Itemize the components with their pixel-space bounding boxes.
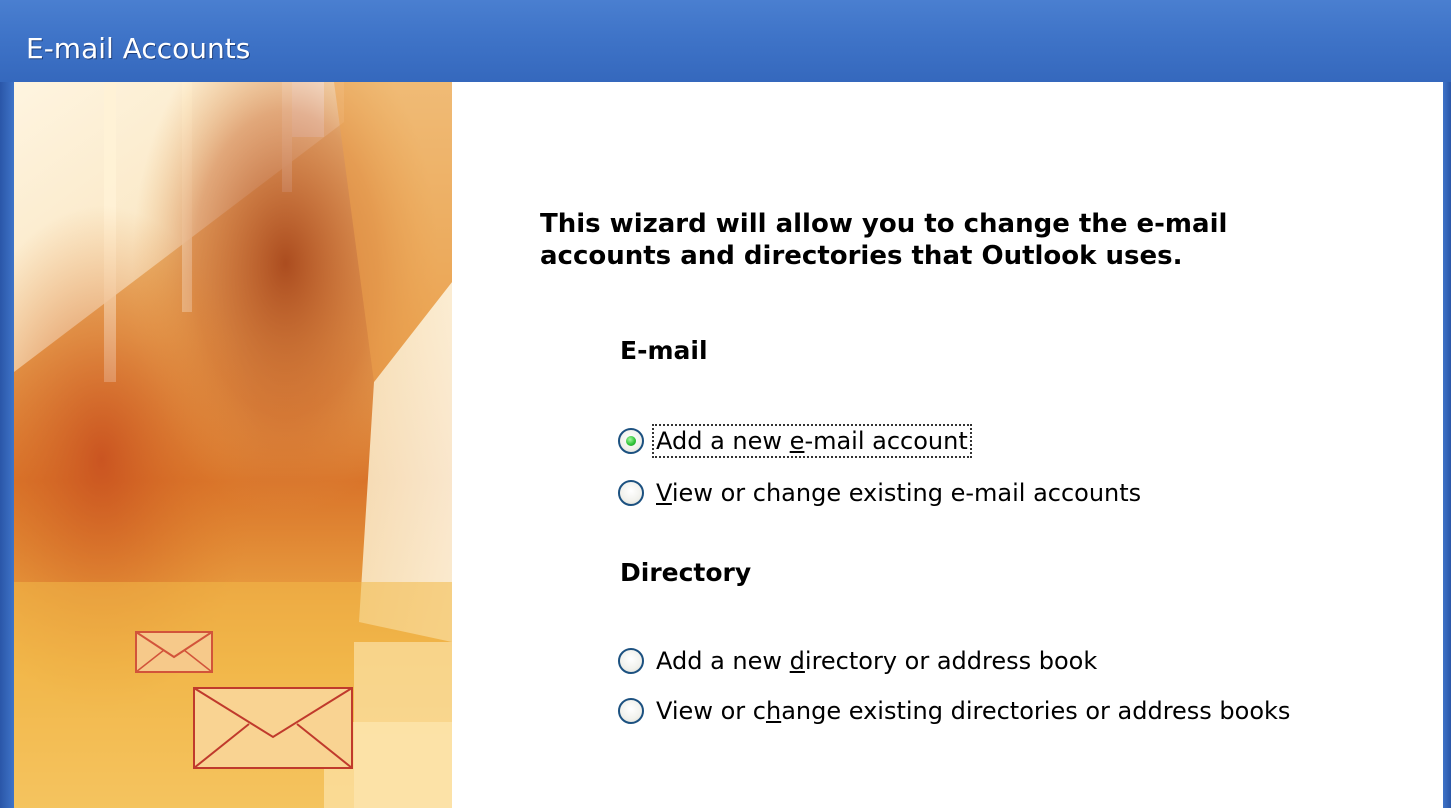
view-directories-label[interactable]: View or change existing directories or a… [654, 696, 1292, 726]
wizard-intro-text: This wizard will allow you to change the… [540, 209, 1228, 271]
window-frame-left [0, 82, 14, 808]
window-frame-right [1443, 82, 1451, 808]
directory-section-heading: Directory [620, 558, 752, 587]
add-directory-label[interactable]: Add a new directory or address book [654, 646, 1099, 676]
radio-unchecked-icon[interactable] [618, 480, 644, 506]
email-accounts-window: E-mail Accounts This wizard will allow y… [0, 0, 1451, 808]
title-bar[interactable]: E-mail Accounts [0, 0, 1451, 90]
email-section-heading: E-mail [620, 336, 708, 365]
radio-checked-icon[interactable] [618, 428, 644, 454]
wizard-side-artwork [14, 82, 452, 808]
large-envelope-icon [193, 687, 353, 769]
small-envelope-icon [135, 631, 213, 673]
envelope-artwork-icon [14, 82, 452, 808]
radio-add-directory[interactable]: Add a new directory or address book [618, 644, 1099, 678]
radio-unchecked-icon[interactable] [618, 648, 644, 674]
radio-view-email-accounts[interactable]: View or change existing e-mail accounts [618, 476, 1143, 510]
radio-unchecked-icon[interactable] [618, 698, 644, 724]
radio-view-directories[interactable]: View or change existing directories or a… [618, 694, 1292, 728]
wizard-content: This wizard will allow you to change the… [452, 82, 1443, 808]
window-title: E-mail Accounts [26, 32, 251, 65]
view-email-accounts-label[interactable]: View or change existing e-mail accounts [654, 478, 1143, 508]
radio-add-email-account[interactable]: Add a new e-mail account [618, 424, 972, 458]
add-email-account-label[interactable]: Add a new e-mail account [652, 424, 972, 458]
